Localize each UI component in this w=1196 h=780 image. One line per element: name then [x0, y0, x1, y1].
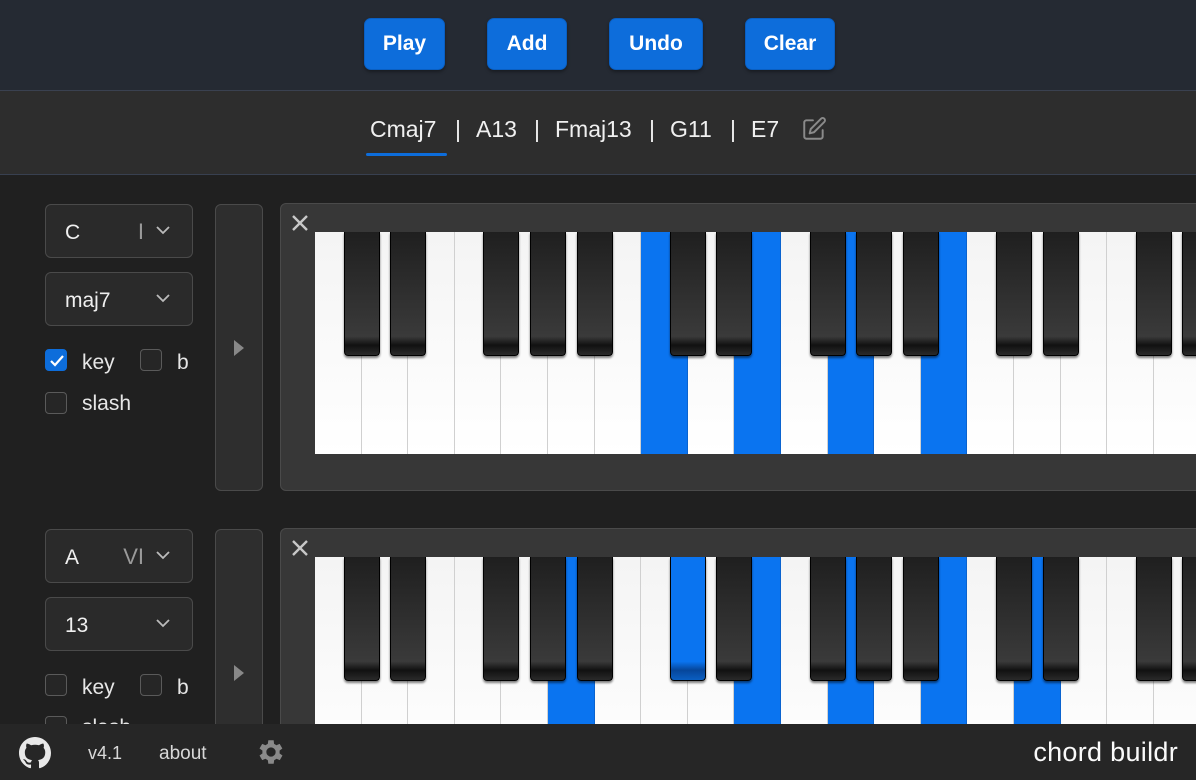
close-icon[interactable]	[290, 538, 310, 558]
toolbar: Play Add Undo Clear	[0, 0, 1196, 91]
black-key[interactable]	[1182, 557, 1196, 681]
clear-button[interactable]: Clear	[745, 18, 835, 70]
footer: v4.1 about chord buildr	[0, 724, 1196, 780]
tab-separator: |	[649, 116, 655, 142]
flat-checkbox[interactable]	[140, 674, 162, 696]
black-key[interactable]	[1182, 232, 1196, 356]
quality-value: maj7	[65, 289, 111, 312]
roman-numeral: I	[137, 219, 144, 244]
gear-icon[interactable]	[255, 736, 287, 768]
active-tab-indicator	[366, 153, 447, 156]
black-key[interactable]	[856, 557, 893, 681]
tab-separator: |	[534, 116, 540, 142]
slash-label: slash	[82, 392, 132, 415]
quality-select[interactable]: 13	[45, 597, 193, 651]
black-key[interactable]	[390, 232, 427, 356]
black-key[interactable]	[1042, 557, 1079, 681]
black-key[interactable]	[530, 232, 566, 356]
black-key[interactable]	[996, 232, 1032, 356]
flat-checkbox[interactable]	[140, 349, 162, 371]
undo-button[interactable]: Undo	[609, 18, 703, 70]
triangle-right-icon	[234, 665, 244, 681]
pencil-square-icon[interactable]	[801, 116, 827, 142]
black-key[interactable]	[716, 557, 753, 681]
black-key[interactable]	[809, 557, 846, 681]
black-key[interactable]	[902, 557, 939, 681]
chevron-down-icon	[156, 551, 170, 560]
black-key[interactable]	[343, 557, 380, 681]
flat-label: b	[177, 676, 189, 699]
triangle-right-icon	[234, 340, 244, 356]
root-value: A	[65, 546, 80, 569]
add-button[interactable]: Add	[487, 18, 567, 70]
roman-numeral: VI	[123, 544, 144, 569]
chord-tab-bar: Cmaj7 | A13 | Fmaj13 | G11 | E7	[0, 91, 1196, 175]
key-label: key	[82, 351, 115, 374]
black-key[interactable]	[902, 232, 939, 356]
checkmark-icon	[50, 355, 64, 367]
quality-select[interactable]: maj7	[45, 272, 193, 326]
key-checkbox[interactable]	[45, 349, 67, 371]
black-key[interactable]	[669, 557, 706, 681]
play-button[interactable]: Play	[364, 18, 445, 70]
black-key[interactable]	[483, 557, 520, 681]
black-key[interactable]	[669, 232, 706, 356]
piano-keyboard[interactable]	[315, 232, 1196, 454]
close-icon[interactable]	[290, 213, 310, 233]
brand-logo: chord buildr	[1033, 737, 1178, 767]
black-key[interactable]	[530, 557, 566, 681]
play-chord-button[interactable]	[215, 204, 263, 491]
black-key[interactable]	[1135, 232, 1172, 356]
tab-separator: |	[730, 116, 736, 142]
chevron-down-icon	[156, 294, 170, 303]
key-label: key	[82, 676, 115, 699]
flat-label: b	[177, 351, 189, 374]
slash-checkbox[interactable]	[45, 392, 67, 414]
version-label: v4.1	[88, 743, 123, 763]
black-key[interactable]	[856, 232, 893, 356]
tab-chord-4[interactable]: G11	[670, 116, 712, 143]
root-value: C	[65, 221, 81, 244]
black-key[interactable]	[1135, 557, 1172, 681]
key-checkbox[interactable]	[45, 674, 67, 696]
black-key[interactable]	[1042, 232, 1079, 356]
tab-chord-1[interactable]: Cmaj7	[370, 116, 436, 143]
tab-chord-3[interactable]: Fmaj13	[555, 116, 632, 143]
black-key[interactable]	[576, 232, 613, 356]
root-select[interactable]: C I	[45, 204, 193, 258]
black-key[interactable]	[483, 232, 520, 356]
black-key[interactable]	[576, 557, 613, 681]
about-link[interactable]: about	[159, 743, 207, 765]
black-key[interactable]	[809, 232, 846, 356]
quality-value: 13	[65, 614, 89, 637]
tab-chord-2[interactable]: A13	[476, 116, 517, 143]
chevron-down-icon	[156, 226, 170, 235]
chevron-down-icon	[156, 619, 170, 628]
black-key[interactable]	[343, 232, 380, 356]
black-key[interactable]	[996, 557, 1032, 681]
black-key[interactable]	[716, 232, 753, 356]
tab-chord-5[interactable]: E7	[751, 116, 779, 143]
tab-separator: |	[455, 116, 461, 142]
root-select[interactable]: A VI	[45, 529, 193, 583]
black-key[interactable]	[390, 557, 427, 681]
github-icon[interactable]	[19, 737, 51, 769]
